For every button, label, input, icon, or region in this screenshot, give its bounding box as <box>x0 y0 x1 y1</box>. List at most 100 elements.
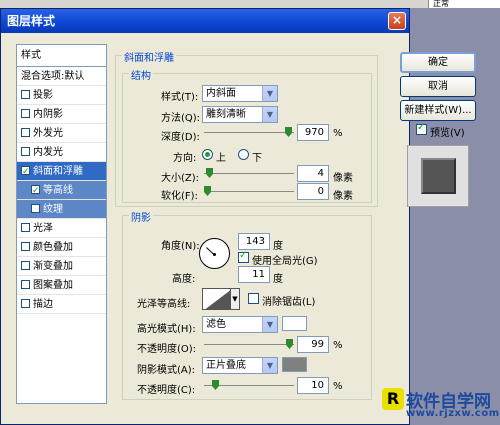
chevron-down-icon[interactable]: ▼ <box>231 288 240 310</box>
shading-title: 阴影 <box>129 209 153 224</box>
style-item-drop-shadow[interactable]: 投影 <box>17 86 106 105</box>
soften-label: 软化(F): <box>161 191 198 202</box>
size-slider[interactable] <box>204 168 294 179</box>
slider-thumb[interactable] <box>206 168 213 178</box>
depth-input[interactable]: 970 <box>297 124 329 141</box>
style-item-contour[interactable]: 等高线 <box>17 181 106 200</box>
highlight-opacity-slider[interactable] <box>204 339 294 350</box>
title-bar[interactable]: 图层样式 × <box>1 9 409 33</box>
highlight-opacity-input[interactable]: 99 <box>297 336 329 353</box>
logo-url-text: www.rjzxw.com <box>406 408 500 419</box>
style-item-gradient-overlay[interactable]: 渐变叠加 <box>17 257 106 276</box>
gloss-contour-swatch[interactable] <box>202 288 231 310</box>
preview-swatch <box>421 158 456 194</box>
technique-select[interactable]: 雕刻清晰 ▼ <box>202 106 278 123</box>
styles-list-header[interactable]: 样式 <box>17 45 106 67</box>
highlight-mode-select[interactable]: 滤色 ▼ <box>202 316 278 333</box>
chevron-down-icon[interactable]: ▼ <box>262 86 277 101</box>
slider-track <box>204 132 294 133</box>
highlight-opacity-label: 不透明度(O): <box>137 344 197 355</box>
angle-label: 角度(N): <box>161 241 200 252</box>
style-label: 样式(T): <box>161 92 199 103</box>
soften-input[interactable]: 0 <box>297 183 329 200</box>
style-item-stroke[interactable]: 描边 <box>17 295 106 314</box>
angle-wheel[interactable] <box>199 238 230 269</box>
style-select[interactable]: 内斜面 ▼ <box>202 85 278 102</box>
shadow-color-swatch[interactable] <box>282 357 307 372</box>
size-unit: 像素 <box>333 173 353 184</box>
highlight-mode-label: 高光模式(H): <box>137 324 196 335</box>
slider-thumb[interactable] <box>212 380 219 390</box>
style-item-pattern-overlay[interactable]: 图案叠加 <box>17 276 106 295</box>
new-style-button[interactable]: 新建样式(W)... <box>400 100 476 121</box>
angle-unit: 度 <box>273 241 283 252</box>
preview-checkbox[interactable] <box>416 122 427 135</box>
checkbox-checked-icon[interactable] <box>21 163 30 180</box>
style-item-satin[interactable]: 光泽 <box>17 219 106 238</box>
global-light-checkbox[interactable] <box>238 250 249 263</box>
slider-track <box>204 191 294 192</box>
direction-label: 方向: <box>173 153 197 164</box>
checkbox-icon[interactable] <box>31 204 40 213</box>
angle-input[interactable]: 143 <box>238 233 270 250</box>
size-input[interactable]: 4 <box>297 165 329 182</box>
checkbox-icon[interactable] <box>21 242 30 251</box>
style-item-outer-glow[interactable]: 外发光 <box>17 124 106 143</box>
watermark-logo: R 软件自学网 www.rjzxw.com <box>382 386 500 425</box>
checkbox-icon[interactable] <box>21 109 30 118</box>
checkbox-icon[interactable] <box>21 280 30 289</box>
shadow-opacity-slider[interactable] <box>204 380 294 391</box>
checkbox-icon[interactable] <box>21 147 30 156</box>
checkbox-icon[interactable] <box>21 299 30 308</box>
style-item-inner-shadow[interactable]: 内阴影 <box>17 105 106 124</box>
size-label: 大小(Z): <box>161 173 200 184</box>
altitude-input[interactable]: 11 <box>238 266 270 283</box>
shadow-opacity-unit: % <box>333 381 343 392</box>
chevron-down-icon[interactable]: ▼ <box>262 107 277 122</box>
technique-label: 方法(Q): <box>161 113 201 124</box>
checkbox-icon[interactable] <box>21 223 30 232</box>
highlight-color-swatch[interactable] <box>282 316 307 331</box>
blend-mode-field[interactable]: 正常 <box>428 0 500 8</box>
chevron-down-icon[interactable]: ▼ <box>262 358 277 373</box>
close-button[interactable]: × <box>388 12 406 30</box>
direction-up-label: 上 <box>216 153 226 164</box>
direction-up-radio[interactable] <box>202 149 213 160</box>
global-light-label: 使用全局光(G) <box>252 256 318 267</box>
slider-thumb[interactable] <box>286 339 293 349</box>
depth-label: 深度(D): <box>161 132 200 143</box>
cancel-button[interactable]: 取消 <box>400 76 476 97</box>
contour-curve-icon <box>205 290 230 309</box>
shadow-opacity-input[interactable]: 10 <box>297 377 329 394</box>
chevron-down-icon[interactable]: ▼ <box>262 317 277 332</box>
slider-thumb[interactable] <box>204 186 211 196</box>
shadow-mode-select[interactable]: 正片叠底 ▼ <box>202 357 278 374</box>
style-item-texture[interactable]: 纹理 <box>17 200 106 219</box>
anti-alias-label: 消除锯齿(L) <box>262 297 316 308</box>
highlight-opacity-unit: % <box>333 340 343 351</box>
bevel-emboss-title: 斜面和浮雕 <box>122 49 176 64</box>
style-item-inner-glow[interactable]: 内发光 <box>17 143 106 162</box>
style-item-bevel-emboss[interactable]: 斜面和浮雕 <box>17 162 106 181</box>
altitude-label: 高度: <box>172 274 196 285</box>
checkbox-icon[interactable] <box>21 128 30 137</box>
ok-button[interactable]: 确定 <box>400 52 476 73</box>
slider-track <box>204 344 294 345</box>
checkbox-checked-icon[interactable] <box>31 182 40 199</box>
style-preview <box>407 145 469 207</box>
soften-unit: 像素 <box>333 191 353 202</box>
styles-list: 样式 混合选项:默认 投影 内阴影 外发光 内发光 斜面和浮雕 等高线 纹理 光… <box>16 44 107 404</box>
depth-slider[interactable] <box>204 127 294 138</box>
structure-title: 结构 <box>129 67 153 82</box>
shadow-mode-label: 阴影模式(A): <box>137 365 196 376</box>
direction-down-radio[interactable] <box>238 149 249 160</box>
anti-alias-checkbox[interactable] <box>248 293 259 304</box>
blending-options-item[interactable]: 混合选项:默认 <box>17 67 106 86</box>
gloss-contour-label: 光泽等高线: <box>137 299 191 310</box>
depth-unit: % <box>333 128 343 139</box>
style-item-color-overlay[interactable]: 颜色叠加 <box>17 238 106 257</box>
checkbox-icon[interactable] <box>21 261 30 270</box>
checkbox-icon[interactable] <box>21 90 30 99</box>
slider-thumb[interactable] <box>285 127 292 137</box>
soften-slider[interactable] <box>204 186 294 197</box>
